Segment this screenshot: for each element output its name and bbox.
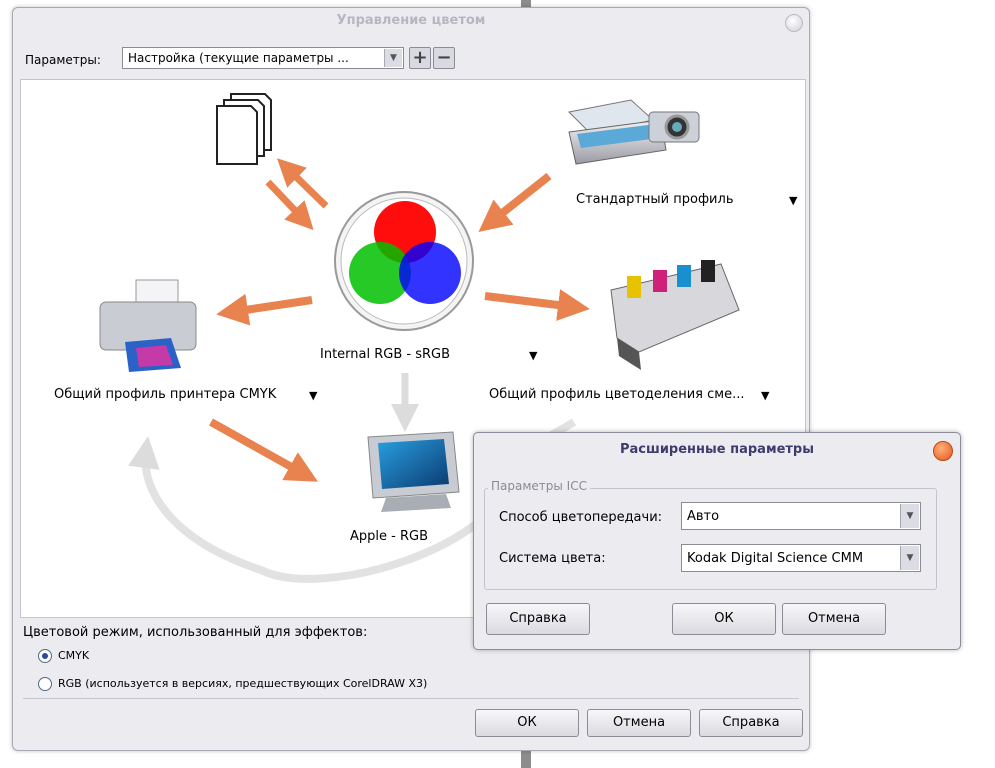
remove-preset-button[interactable]: − [433,47,455,69]
chevron-down-icon[interactable]: ▼ [384,49,402,67]
arrow-to-document [276,158,329,209]
separation-profile-label[interactable]: Общий профиль цветоделения сме... [489,387,744,402]
arrow-to-press [484,289,590,321]
internal-profile-label[interactable]: Internal RGB - sRGB [320,347,450,362]
scanner-camera-icon [567,99,700,165]
radio-rgb[interactable] [38,677,52,691]
arrow-to-printer [216,293,313,326]
rendering-intent-label: Способ цветопередачи: [499,510,663,525]
add-preset-button[interactable]: + [409,47,431,69]
printer-profile-label[interactable]: Общий профиль принтера CMYK [54,387,276,402]
chevron-down-icon[interactable]: ▼ [761,389,769,402]
preset-dropdown[interactable]: Настройка (текущие параметры ... ▼ [122,47,404,69]
rendering-intent-value: Авто [687,509,720,524]
monitor-profile-label[interactable]: Apple - RGB [350,529,428,544]
monitor-icon [367,431,460,512]
color-engine-value: Kodak Digital Science CMM [687,551,864,566]
cancel-button[interactable]: Отмена [782,603,886,635]
cancel-button[interactable]: Отмена [587,709,691,737]
chevron-down-icon[interactable]: ▼ [900,504,919,528]
ok-button[interactable]: ОК [475,709,579,737]
params-label: Параметры: [25,53,101,67]
chevron-down-icon[interactable]: ▼ [789,194,797,207]
dialog-title: Расширенные параметры [620,442,814,457]
preset-value: Настройка (текущие параметры ... [128,51,349,65]
radio-cmyk[interactable] [38,649,52,663]
chevron-down-icon[interactable]: ▼ [309,389,317,402]
help-button[interactable]: Справка [699,709,803,737]
radio-rgb-label[interactable]: RGB (используется в версиях, предшествую… [58,677,427,690]
color-engine-label: Система цвета: [499,551,606,566]
printer-icon [99,279,197,372]
divider [23,698,799,699]
radio-cmyk-label[interactable]: CMYK [58,649,89,662]
close-icon[interactable] [933,441,953,461]
help-button[interactable]: Справка [486,603,590,635]
rgb-circles-icon [334,191,474,331]
chevron-down-icon[interactable]: ▼ [900,546,919,570]
ok-button[interactable]: ОК [672,603,776,635]
color-engine-dropdown[interactable]: Kodak Digital Science CMM ▼ [681,544,921,572]
close-icon[interactable] [785,14,803,32]
press-icon [610,260,740,370]
arrow-from-document [265,179,314,231]
chevron-down-icon[interactable]: ▼ [529,349,537,362]
arrow-to-monitor [209,418,318,482]
input-profile-label[interactable]: Стандартный профиль [576,192,733,207]
effects-mode-label: Цветовой режим, использованный для эффек… [23,625,368,640]
arrow-from-scanner [478,172,552,232]
documents-icon [216,93,272,165]
icc-group-title: Параметры ICC [488,479,590,493]
advanced-settings-dialog: Расширенные параметры Параметры ICC Спос… [473,432,961,650]
dialog-title: Управление цветом [336,13,486,28]
rendering-intent-dropdown[interactable]: Авто ▼ [681,502,921,530]
